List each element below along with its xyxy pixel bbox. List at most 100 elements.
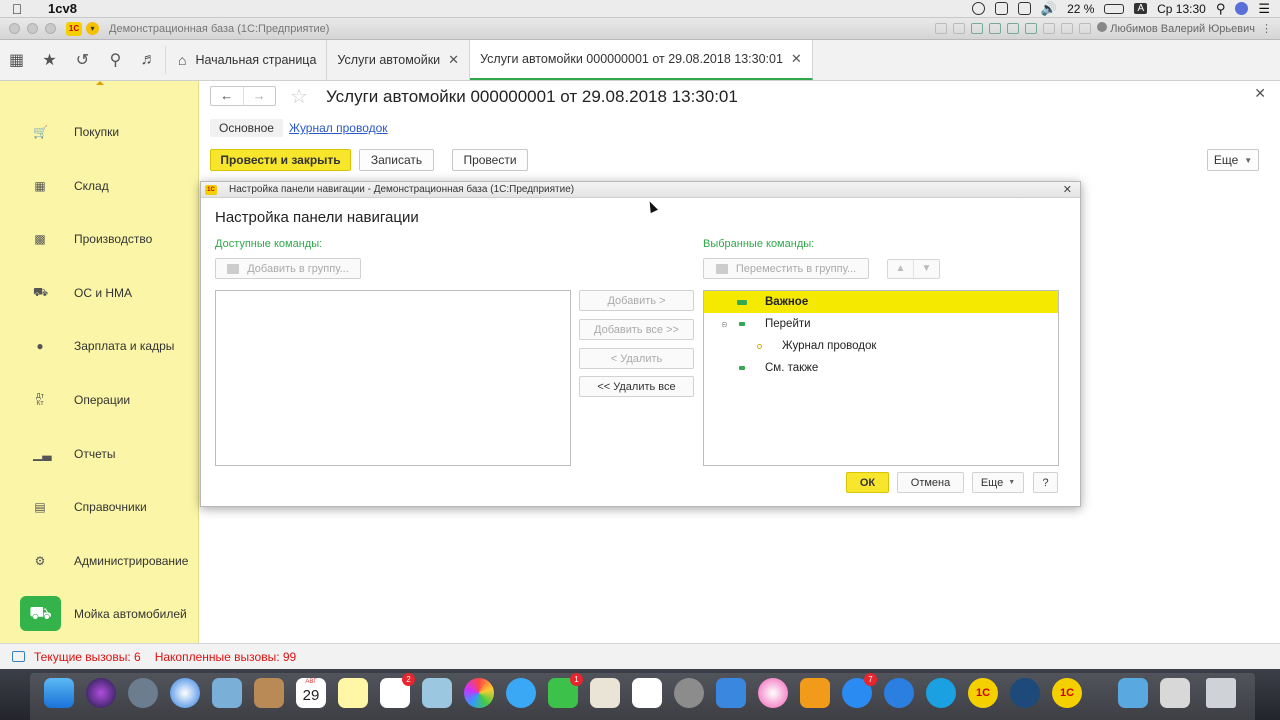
add-to-group-button[interactable]: Добавить в группу... [215, 258, 361, 279]
app-store-icon[interactable]: 7 [842, 673, 877, 708]
battery-icon[interactable] [1104, 3, 1125, 14]
save-button[interactable]: Записать [359, 149, 434, 171]
back-arrow-icon[interactable]: ← [211, 87, 243, 105]
facetime-icon[interactable]: 1 [548, 673, 583, 708]
numbers-icon[interactable] [632, 678, 662, 708]
forward-arrow-icon[interactable]: → [242, 87, 276, 105]
favorites-star-icon[interactable]: ★ [33, 40, 66, 80]
subtab-main[interactable]: Основное [210, 119, 283, 137]
sidebar-item-catalogs[interactable]: ▤ Справочники [0, 492, 199, 522]
calculator-icon[interactable] [1007, 23, 1020, 34]
zoom-window-button[interactable] [45, 23, 56, 34]
ok-button[interactable]: ОК [846, 472, 889, 493]
photos-icon[interactable] [464, 678, 494, 708]
sidebar-item-reports[interactable]: ▁▃ Отчеты [0, 439, 199, 469]
keynote-icon[interactable] [716, 678, 746, 708]
subtab-postings-journal[interactable]: Журнал проводок [289, 121, 388, 135]
apple-icon[interactable]:  [0, 1, 34, 17]
mail-icon[interactable] [212, 678, 242, 708]
favorite-star-icon[interactable]: ☆ [290, 84, 308, 109]
sidebar-item-payroll[interactable]: ● Зарплата и кадры [0, 331, 199, 361]
tab-car-wash-document[interactable]: Услуги автомойки 000000001 от 29.08.2018… [470, 40, 813, 80]
reminders-icon[interactable]: 2 [380, 673, 415, 708]
active-app-name[interactable]: 1cv8 [48, 1, 77, 16]
screen-icon[interactable] [994, 2, 1008, 15]
copy-icon[interactable] [953, 23, 966, 34]
post-button[interactable]: Провести [452, 149, 528, 171]
tree-item-go-to[interactable]: ⊝ Перейти [704, 313, 1058, 335]
siri-icon[interactable] [1235, 2, 1249, 15]
move-up-icon[interactable]: ▲ [888, 260, 913, 278]
1c-logo-icon[interactable]: 1С [66, 21, 82, 36]
sidebar-toggle-icon[interactable] [1079, 23, 1092, 34]
tab-car-wash-services[interactable]: Услуги автомойки ✕ [327, 40, 471, 80]
tab-home[interactable]: ⌂ Начальная страница [166, 40, 328, 80]
scroll-up-indicator[interactable] [96, 81, 104, 85]
add-button[interactable]: Добавить > [579, 290, 694, 311]
safari-icon[interactable] [170, 678, 200, 708]
sidebar-item-purchases[interactable]: 🛒 Покупки [0, 117, 199, 147]
close-tab-icon[interactable]: ✕ [791, 51, 802, 67]
history-icon[interactable]: ↺ [66, 40, 99, 80]
calendar-icon[interactable] [1025, 23, 1038, 34]
help-button[interactable]: ? [1033, 472, 1058, 493]
launchpad-icon[interactable] [128, 678, 158, 708]
documents-folder-icon[interactable] [1160, 678, 1190, 708]
record-icon[interactable] [971, 2, 985, 15]
quicktime-icon[interactable] [1010, 678, 1040, 708]
selected-commands-tree[interactable]: Важное ⊝ Перейти Журнал проводок См. так… [703, 290, 1059, 466]
tree-item-see-also[interactable]: См. также [704, 357, 1058, 379]
downloads-folder-icon[interactable] [1118, 678, 1148, 708]
sidebar-item-fixed-assets[interactable]: ⛟ ОС и НМА [0, 278, 199, 308]
tree-item-postings-journal[interactable]: Журнал проводок [704, 335, 1058, 357]
preview-icon[interactable] [590, 678, 620, 708]
available-commands-list[interactable] [215, 290, 571, 466]
system-preferences-icon[interactable] [674, 678, 704, 708]
performance-monitor-icon[interactable] [12, 651, 25, 662]
sidebar-item-car-wash[interactable]: ⛟ Мойка автомобилей [0, 596, 199, 631]
input-language[interactable]: A [1134, 3, 1148, 14]
ibooks-icon[interactable] [800, 678, 830, 708]
remove-all-button[interactable]: << Удалить все [579, 376, 694, 397]
link-icon[interactable] [989, 23, 1002, 34]
apps-grid-icon[interactable]: ▦ [0, 40, 33, 80]
close-dialog-icon[interactable]: ✕ [1063, 183, 1072, 196]
skype-icon[interactable] [926, 678, 956, 708]
notifications-bell-icon[interactable]: ♬ [132, 40, 165, 80]
save-icon[interactable] [971, 23, 984, 34]
siri-icon[interactable] [86, 678, 116, 708]
move-to-group-button[interactable]: Переместить в группу... [703, 258, 869, 279]
collapse-toggle-icon[interactable]: ⊝ [721, 320, 728, 329]
zoom-icon[interactable] [1061, 23, 1074, 34]
add-all-button[interactable]: Добавить все >> [579, 319, 694, 340]
menubar-clock[interactable]: Ср 13:30 [1157, 2, 1206, 16]
battery-percent[interactable]: 22 % [1067, 2, 1094, 16]
airplay-icon[interactable] [1017, 2, 1031, 15]
minimize-window-button[interactable] [27, 23, 38, 34]
finder-icon[interactable] [44, 678, 74, 708]
spotlight-icon[interactable]: ⚲ [1216, 1, 1226, 17]
dialog-more-button[interactable]: Еще ▼ [972, 472, 1024, 493]
current-user[interactable]: Любимов Валерий Юрьевич [1097, 22, 1255, 35]
close-form-icon[interactable]: ✕ [1254, 85, 1266, 102]
search-icon[interactable]: ⚲ [99, 40, 132, 80]
messages-icon[interactable] [506, 678, 536, 708]
print-icon[interactable] [935, 23, 948, 34]
notes-icon[interactable] [338, 678, 368, 708]
notification-center-icon[interactable]: ☰ [1258, 1, 1270, 17]
close-tab-icon[interactable]: ✕ [448, 52, 459, 68]
itunes-icon[interactable] [758, 678, 788, 708]
cancel-button[interactable]: Отмена [897, 472, 964, 493]
1c-enterprise-icon[interactable]: 1С [968, 678, 998, 708]
contacts-icon[interactable] [254, 678, 284, 708]
remove-button[interactable]: < Удалить [579, 348, 694, 369]
more-button[interactable]: Еще ▼ [1207, 149, 1259, 171]
sidebar-item-administration[interactable]: ⚙ Администрирование [0, 546, 199, 576]
maps-icon[interactable] [422, 678, 452, 708]
post-and-close-button[interactable]: Провести и закрыть [210, 149, 351, 171]
window-menu-icon[interactable]: ⋮ [1261, 22, 1272, 35]
volume-icon[interactable]: 🔊 [1041, 1, 1057, 17]
close-window-button[interactable] [9, 23, 20, 34]
sidebar-item-production[interactable]: ▩ Производство [0, 224, 199, 254]
calendar-icon[interactable]: АВГ 29 [296, 678, 326, 708]
